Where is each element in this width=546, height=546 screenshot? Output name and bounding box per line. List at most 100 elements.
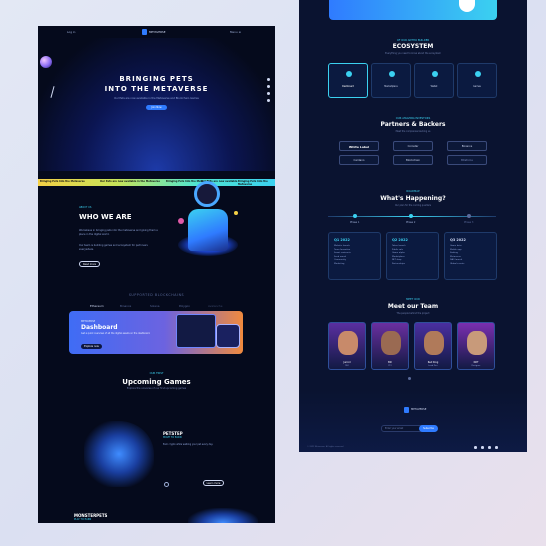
telegram-icon[interactable] — [267, 85, 270, 88]
eco-card-wallet[interactable]: Wallet — [414, 63, 454, 98]
about-label: ABOUT US — [79, 206, 92, 209]
petstep-pet-image — [84, 421, 154, 487]
twitter-icon[interactable] — [474, 446, 477, 449]
team-subtitle: The people behind the project — [396, 312, 430, 315]
footer-logo-icon[interactable] — [404, 407, 409, 413]
partners-title: Partners & Backers — [380, 121, 446, 128]
partner-biteforce: Biteforce — [447, 155, 487, 165]
carousel-dot[interactable] — [408, 377, 411, 380]
footer-logo-text[interactable]: METAVERSE — [411, 408, 426, 411]
landing-page-left: Log in METAVERSE Menu ≡ BRINGING PETS IN… — [38, 26, 275, 523]
read-more-button[interactable]: Read more — [79, 261, 100, 267]
timeline-dot — [353, 214, 357, 218]
ticker-bar: Bringing Pets Into the Metaverse Our Pet… — [38, 179, 275, 186]
ticker-item: Our Pets are now available in the Metave… — [100, 180, 160, 183]
chain-avalanche: Avalanche — [208, 304, 223, 308]
dashboard-text: Get a quick overview of all the digital … — [81, 332, 151, 335]
petstep-subtitle: MOVE TO EARN — [163, 436, 182, 439]
petstep-text: Earn crypto while walking your pet every… — [163, 443, 214, 446]
monsterpets-subtitle: PLAY TO EARN — [74, 518, 92, 521]
logo-icon[interactable] — [142, 29, 147, 35]
ecosystem-label: OF OUR ANTHO BUILDER — [396, 39, 430, 42]
timeline-dot — [467, 214, 471, 218]
navbar: Log in METAVERSE Menu ≡ — [38, 26, 275, 38]
hero-join-button[interactable]: Join Now — [146, 105, 167, 110]
eco-card-dashboard[interactable]: Dashboard — [328, 63, 368, 98]
dashboard-label: METAVERSE — [81, 320, 96, 323]
medium-icon[interactable] — [495, 446, 498, 449]
team-avatar — [467, 331, 487, 355]
landing-page-right: OF OUR ANTHO BUILDER ECOSYSTEM Everythin… — [299, 0, 527, 452]
star-icon — [234, 211, 238, 215]
partner-binance: Binance — [447, 141, 487, 151]
chains-title: SUPPORTED BLOCKCHAINS — [128, 293, 185, 297]
copyright-text: © 2022 Metaverse. All rights reserved. — [307, 446, 344, 448]
ticker-item: Bringing Pets Into the Metaverse — [238, 180, 268, 186]
hero-section: BRINGING PETS INTO THE METAVERSE Our Pet… — [38, 38, 275, 171]
dashboard-preview-image — [176, 314, 216, 348]
twitter-icon[interactable] — [267, 78, 270, 81]
partners-label: OUR AMAZING INVESTORS — [395, 117, 431, 120]
timeline-step: Phase 2 — [406, 221, 416, 224]
chain-polygon: Polygon — [179, 304, 190, 308]
happening-title: What's Happening? — [380, 195, 446, 202]
chain-solana: Solana — [150, 304, 160, 308]
orb-icon — [178, 218, 184, 224]
timeline-dot — [409, 214, 413, 218]
games-title: Upcoming Games — [122, 378, 191, 386]
ecosystem-subtitle: Everything you need to know about the ec… — [385, 52, 441, 55]
team-avatar — [338, 331, 358, 355]
team-avatar — [424, 331, 444, 355]
chain-binance: Binance — [120, 304, 132, 308]
happening-label: ROADMAP — [406, 190, 420, 193]
footer — [299, 390, 527, 452]
eco-card-games[interactable]: Games — [457, 63, 497, 98]
subscribe-button[interactable]: Subscribe — [419, 425, 438, 432]
telegram-icon[interactable] — [481, 446, 484, 449]
partner-cardano: Cardano — [339, 155, 379, 165]
monsterpet-image — [188, 508, 258, 523]
partners-subtitle: Meet the companies backing us — [395, 130, 431, 133]
partner-whitelabel: White Label — [339, 141, 379, 151]
partner-blockchain: Blockchain — [393, 155, 433, 165]
chain-ethereum: Ethereum — [90, 304, 104, 308]
medium-icon[interactable] — [267, 99, 270, 102]
team-label: MEET OUR — [406, 298, 420, 301]
quarter-card-q2: Q2 2022 Token launch Public sale Game alpha… — [386, 232, 439, 280]
explore-button[interactable]: Explore now — [81, 344, 102, 349]
partner-coinstar: Coinstar — [393, 141, 433, 151]
timeline-step: Phase 3 — [464, 221, 474, 224]
menu-button[interactable]: Menu ≡ — [230, 30, 241, 34]
avatar-body-image — [188, 209, 228, 251]
discord-icon[interactable] — [488, 446, 491, 449]
planet-icon — [40, 56, 52, 68]
about-text-2: Our team is building games and ecosystem… — [79, 244, 148, 251]
games-label: OUR FIRST — [149, 372, 164, 375]
discord-icon[interactable] — [267, 92, 270, 95]
team-card[interactable]: Bill CTO — [371, 322, 409, 370]
dashboard-title: Dashboard — [81, 324, 118, 331]
hero-subtitle: Our Pets are now available in the Metave… — [114, 97, 199, 100]
games-subtitle: Explore the universe of our first upcomi… — [126, 387, 187, 390]
eco-card-marketplace[interactable]: Marketplace — [371, 63, 411, 98]
team-card[interactable]: Jarrod CEO — [328, 322, 366, 370]
team-card[interactable]: Red King Lead Dev — [414, 322, 452, 370]
team-avatar — [381, 331, 401, 355]
team-card[interactable]: NXT Designer — [457, 322, 495, 370]
avatar-head-image — [194, 181, 220, 207]
quarter-card-q3: Q3 2022 Game beta Mobile app Staking Metaver… — [444, 232, 497, 280]
logo-text[interactable]: METAVERSE — [149, 30, 166, 34]
ticker-item: Bringing Pets Into the Metaverse — [40, 180, 85, 183]
about-title: WHO WE ARE — [79, 213, 132, 221]
hero-title-line2: INTO THE METAVERSE — [104, 85, 209, 93]
hero-title-line1: BRINGING PETS — [119, 75, 194, 83]
quarter-card-q1: Q1 2022 Website launch Team formation Smart… — [328, 232, 381, 280]
about-text-1: We believe in bringing pets into the met… — [79, 229, 158, 236]
happening-subtitle: Our plan for the coming quarters — [394, 204, 432, 207]
team-title: Meet our Team — [387, 303, 439, 310]
petstep-learn-more-button[interactable]: Learn more — [203, 480, 224, 486]
play-icon[interactable] — [164, 482, 169, 487]
ecosystem-title: ECOSYSTEM — [392, 43, 434, 50]
login-link[interactable]: Log in — [67, 30, 75, 34]
timeline-step: Phase 1 — [350, 221, 360, 224]
